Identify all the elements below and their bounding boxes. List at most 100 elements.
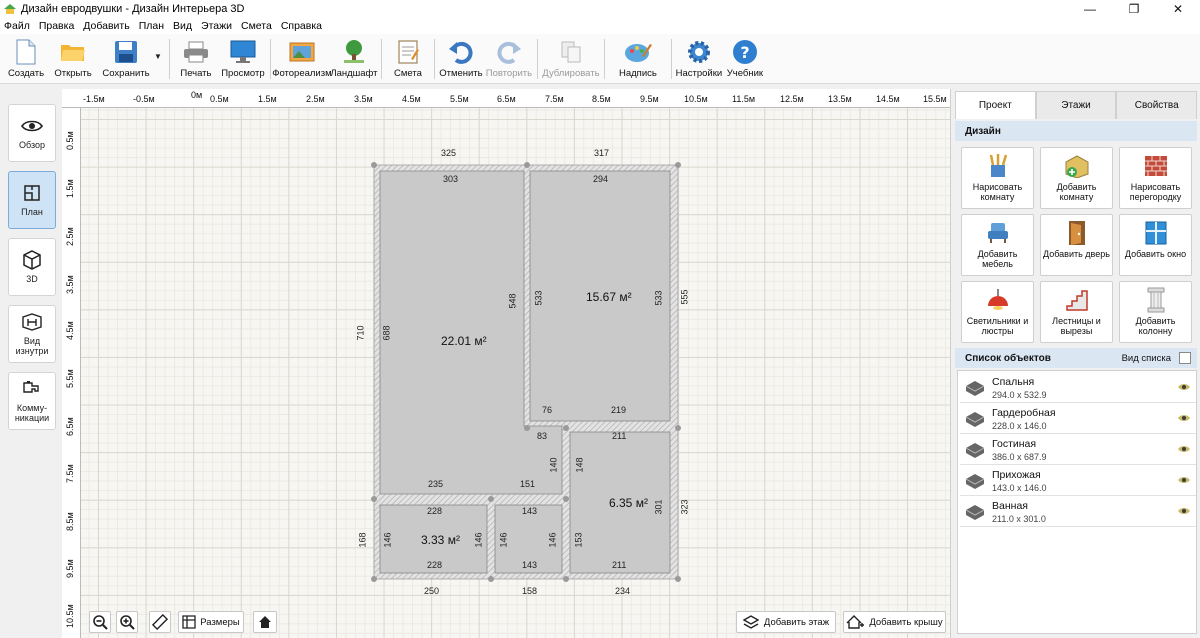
stairs-cutouts-button[interactable]: Лестницы и вырезы xyxy=(1040,281,1113,343)
pencil-cup-icon xyxy=(985,153,1011,179)
menu-plan[interactable]: План xyxy=(139,20,164,32)
objects-section-title: Список объектов Вид списка xyxy=(955,348,1197,368)
ruler-tick: -0.5м xyxy=(133,94,155,104)
home-icon xyxy=(259,616,271,628)
measure-button[interactable] xyxy=(149,611,171,633)
list-item[interactable]: Ванная 211.0 x 301.0 xyxy=(960,497,1196,527)
zoom-in-button[interactable] xyxy=(116,611,138,633)
area-wardrobe: 3.33 м² xyxy=(421,533,460,547)
dimension-label: 710 xyxy=(355,325,366,341)
horizontal-ruler: -1.5м -0.5м 0м 0.5м 1.5м 2.5м 3.5м 4.5м … xyxy=(62,89,950,108)
home-button[interactable] xyxy=(253,611,277,633)
ruler-tick: 1.5м xyxy=(65,179,75,198)
duplicate-button[interactable]: Дублировать xyxy=(541,34,601,84)
estimate-button[interactable]: Смета xyxy=(385,34,431,84)
zoom-out-button[interactable] xyxy=(89,611,111,633)
menu-file[interactable]: Файл xyxy=(4,20,30,32)
dimensions-button[interactable]: Размеры xyxy=(178,611,244,633)
visibility-eye-icon[interactable] xyxy=(1178,476,1190,484)
design-section-title: Дизайн xyxy=(955,121,1197,141)
area-bath: 6.35 м² xyxy=(609,496,648,510)
list-item[interactable]: Спальня 294.0 x 532.9 xyxy=(960,373,1196,403)
tab-project[interactable]: Проект xyxy=(955,91,1036,119)
add-lights-button[interactable]: Светильники и люстры xyxy=(961,281,1034,343)
visibility-eye-icon[interactable] xyxy=(1178,507,1190,515)
list-item[interactable]: Гостиная 386.0 x 687.9 xyxy=(960,435,1196,465)
undo-button[interactable]: Отменить xyxy=(438,34,484,84)
nav-inside-view[interactable]: Вид изнутри xyxy=(8,305,56,363)
add-door-button[interactable]: Добавить дверь xyxy=(1040,214,1113,276)
close-button[interactable]: ✕ xyxy=(1156,0,1200,18)
menu-view[interactable]: Вид xyxy=(173,20,192,32)
visibility-eye-icon[interactable] xyxy=(1178,414,1190,422)
menu-edit[interactable]: Правка xyxy=(39,20,74,32)
panel-tabs: Проект Этажи Свойства xyxy=(955,91,1198,119)
settings-button[interactable]: Настройки xyxy=(675,34,723,84)
nav-plan[interactable]: План xyxy=(8,171,56,229)
tab-floors[interactable]: Этажи xyxy=(1035,91,1117,119)
list-item[interactable]: Гардеробная 228.0 x 146.0 xyxy=(960,404,1196,434)
area-bedroom: 15.67 м² xyxy=(586,290,632,304)
dimension-label: 83 xyxy=(537,431,548,441)
landscape-button[interactable]: Ландшафт xyxy=(330,34,378,84)
tab-properties[interactable]: Свойства xyxy=(1116,91,1198,119)
visibility-eye-icon[interactable] xyxy=(1178,383,1190,391)
maximize-button[interactable]: ❐ xyxy=(1112,0,1156,18)
nav-utilities[interactable]: Комму-никации xyxy=(8,372,56,430)
open-button[interactable]: Открыть xyxy=(50,34,96,84)
plan-canvas[interactable]: -1.5м -0.5м 0м 0.5м 1.5м 2.5м 3.5м 4.5м … xyxy=(62,89,950,638)
save-button[interactable]: Сохранить xyxy=(96,34,156,84)
redo-icon xyxy=(495,38,523,66)
door-icon xyxy=(1064,220,1090,246)
nav-3d[interactable]: 3D xyxy=(8,238,56,296)
room-icon xyxy=(21,312,43,332)
draw-partition-button[interactable]: Нарисовать перегородку xyxy=(1119,147,1192,209)
dimension-label: 250 xyxy=(424,586,440,596)
ruler-tick: 7.5м xyxy=(545,94,564,104)
menu-floors[interactable]: Этажи xyxy=(201,20,232,32)
label-button[interactable]: Надпись xyxy=(608,34,668,84)
ruler-tick: 7.5м xyxy=(65,464,75,483)
visibility-eye-icon[interactable] xyxy=(1178,445,1190,453)
stairs-icon xyxy=(1064,287,1090,313)
add-floor-button[interactable]: Добавить этаж xyxy=(736,611,836,633)
view-list-button[interactable]: Вид списка xyxy=(1122,353,1171,364)
menu-estimate[interactable]: Смета xyxy=(241,20,272,32)
dimension-label: 140 xyxy=(548,457,559,473)
list-view-icon[interactable] xyxy=(1179,352,1191,364)
nav-overview[interactable]: Обзор xyxy=(8,104,56,162)
floor-plan[interactable]: 22.01 м² 15.67 м² 6.35 м² 3.33 м² 325 31… xyxy=(81,108,950,638)
tutorial-button[interactable]: ? Учебник xyxy=(723,34,767,84)
draw-room-button[interactable]: Нарисовать комнату xyxy=(961,147,1034,209)
printer-icon xyxy=(182,38,210,66)
print-button[interactable]: Печать xyxy=(173,34,219,84)
add-furniture-button[interactable]: Добавить мебель xyxy=(961,214,1034,276)
dimension-label: 235 xyxy=(428,479,444,489)
room-object-icon xyxy=(965,412,985,427)
menu-add[interactable]: Добавить xyxy=(83,20,129,32)
redo-button[interactable]: Повторить xyxy=(484,34,534,84)
ruler-tick: 0.5м xyxy=(65,131,75,150)
dimension-label: 234 xyxy=(615,586,631,596)
add-room-button[interactable]: Добавить комнату xyxy=(1040,147,1113,209)
list-item[interactable]: Прихожая 143.0 x 146.0 xyxy=(960,466,1196,496)
add-window-button[interactable]: Добавить окно xyxy=(1119,214,1192,276)
create-button[interactable]: Создать xyxy=(2,34,50,84)
dimension-label: 219 xyxy=(611,405,627,415)
ruler-tick: 2.5м xyxy=(65,227,75,246)
add-column-button[interactable]: Добавить колонну xyxy=(1119,281,1192,343)
add-roof-button[interactable]: Добавить крышу xyxy=(843,611,946,633)
dimension-label: 146 xyxy=(382,532,393,548)
room-object-icon xyxy=(965,474,985,489)
ruler-tick: 6.5м xyxy=(497,94,516,104)
photoreal-button[interactable]: Фотореализм xyxy=(272,34,332,84)
toolbar-separator xyxy=(269,39,271,79)
preview-button[interactable]: Просмотр xyxy=(219,34,267,84)
room-object-icon xyxy=(965,443,985,458)
menu-help[interactable]: Справка xyxy=(281,20,322,32)
minimize-button[interactable]: — xyxy=(1068,0,1112,18)
ruler-tick: 10.5м xyxy=(684,94,708,104)
save-dropdown-arrow[interactable]: ▼ xyxy=(154,52,162,61)
dimension-label: 76 xyxy=(542,405,553,415)
dimension-label: 323 xyxy=(679,499,690,515)
